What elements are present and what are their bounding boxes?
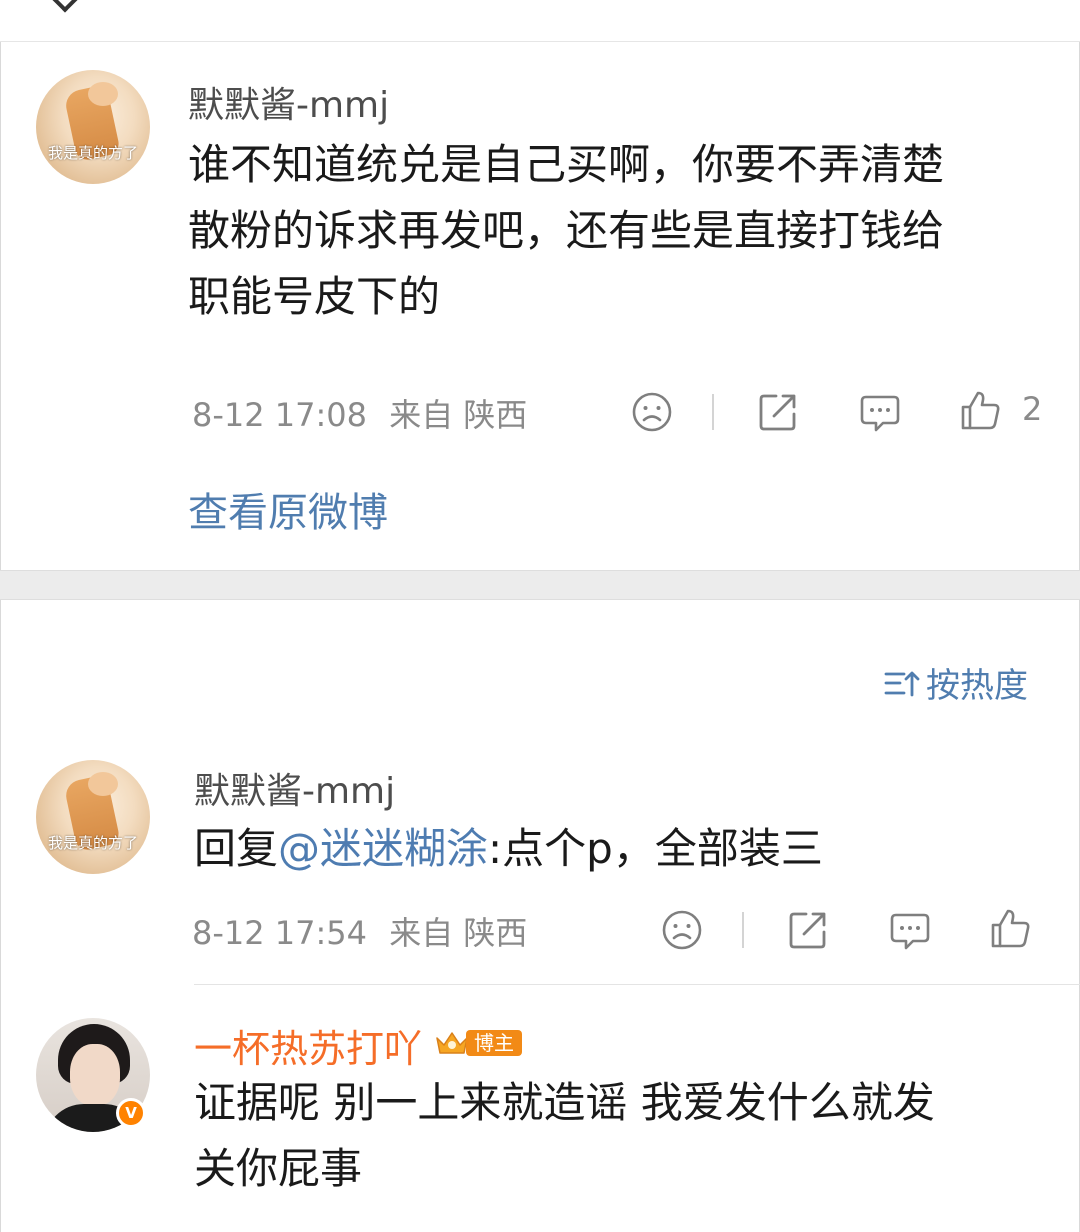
comment-timestamp: 8-12 17:54 <box>192 914 368 952</box>
mention-link[interactable]: @迷迷糊涂 <box>278 824 488 873</box>
post-timestamp: 8-12 17:08 <box>192 396 368 434</box>
avatar-caption: 我是真的方了 <box>47 834 138 852</box>
action-divider <box>712 394 714 430</box>
avatar[interactable]: 我是真的方了 <box>36 70 150 184</box>
sad-face-icon[interactable] <box>660 908 704 952</box>
comment-text: 回复@迷迷糊涂:点个p，全部装三 <box>194 816 823 882</box>
comment-meta: 8-12 17:54 来自 陕西 <box>192 908 527 954</box>
like-count: 2 <box>1022 390 1043 428</box>
reply-body: :点个p，全部装三 <box>488 824 823 873</box>
verified-badge: V <box>116 1098 146 1128</box>
sad-face-icon[interactable] <box>630 390 674 434</box>
view-original-link[interactable]: 查看原微博 <box>188 480 388 538</box>
comment-source: 来自 陕西 <box>389 914 528 952</box>
post-text: 谁不知道统兑是自己买啊，你要不弄清楚 散粉的诉求再发吧，还有些是直接打钱给 职能… <box>188 132 944 330</box>
like-icon[interactable] <box>958 388 1002 432</box>
comment-text: 证据呢 别一上来就造谣 我爱发什么就发 关你屁事 <box>194 1070 935 1202</box>
like-icon[interactable] <box>988 906 1032 950</box>
comment-text-line: 关你屁事 <box>194 1144 363 1193</box>
crown-icon <box>436 1032 468 1054</box>
back-icon[interactable] <box>49 0 81 13</box>
sort-toggle[interactable]: 按热度 <box>884 658 1028 707</box>
action-divider <box>742 912 744 948</box>
comment-icon[interactable] <box>888 908 932 952</box>
avatar-caption: 我是真的方了 <box>47 144 138 162</box>
post-text-line: 职能号皮下的 <box>188 272 441 321</box>
blogger-badge: 博主 <box>434 1028 522 1058</box>
post-text-line: 散粉的诉求再发吧，还有些是直接打钱给 <box>188 206 945 255</box>
comment-icon[interactable] <box>858 390 902 434</box>
reply-prefix: 回复 <box>194 824 279 873</box>
section-separator <box>0 570 1080 600</box>
comment-text-line: 证据呢 别一上来就造谣 我爱发什么就发 <box>194 1078 935 1127</box>
share-icon[interactable] <box>756 390 800 434</box>
post-text-line: 谁不知道统兑是自己买啊，你要不弄清楚 <box>188 140 945 189</box>
share-icon[interactable] <box>786 908 830 952</box>
avatar[interactable]: 我是真的方了 <box>36 760 150 874</box>
top-bar <box>0 0 1080 42</box>
blogger-badge-label: 博主 <box>466 1030 522 1056</box>
post-meta: 8-12 17:08 来自 陕西 <box>192 390 527 436</box>
comment-divider <box>194 984 1080 985</box>
sort-label: 按热度 <box>926 666 1028 706</box>
comment-username[interactable]: 一杯热苏打吖 <box>194 1018 422 1073</box>
post-username[interactable]: 默默酱-mmj <box>188 76 389 128</box>
comment-username[interactable]: 默默酱-mmj <box>194 762 395 814</box>
post-source: 来自 陕西 <box>389 396 528 434</box>
sort-icon <box>884 671 920 696</box>
